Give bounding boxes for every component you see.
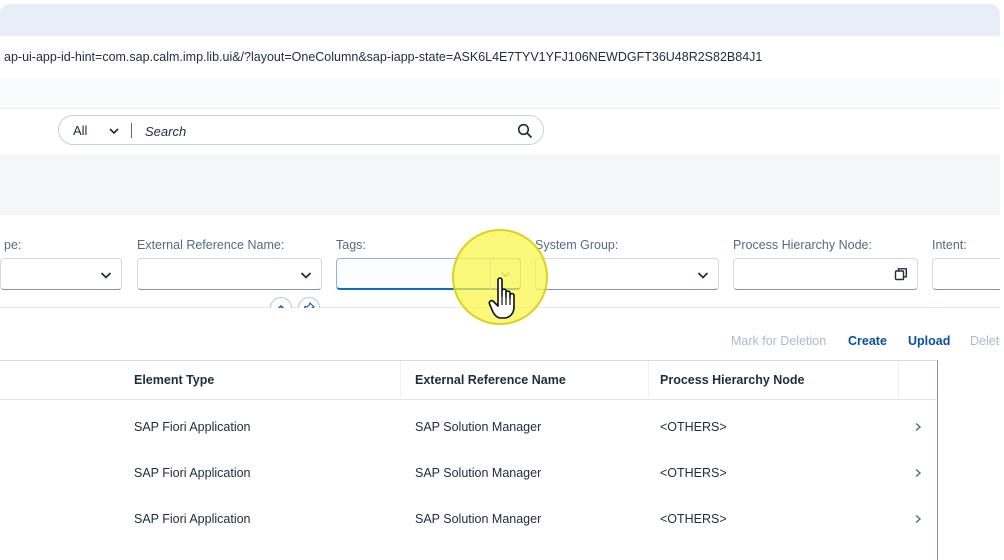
column-header-element-type[interactable]: Element Type <box>134 373 214 387</box>
table-row[interactable]: SAP Fiori Application SAP Solution Manag… <box>0 404 937 450</box>
value-help-icon[interactable] <box>894 267 908 281</box>
shell-header-band <box>0 78 1000 108</box>
search-input[interactable] <box>143 120 507 142</box>
chevron-right-icon[interactable] <box>913 422 923 432</box>
chevron-right-icon[interactable] <box>913 468 923 478</box>
create-button[interactable]: Create <box>848 334 887 348</box>
filter-label-process-hierarchy-node: Process Hierarchy Node: <box>733 238 872 252</box>
filter-type-select[interactable] <box>0 258 122 290</box>
table-row[interactable]: SAP Fiori Application SAP Solution Manag… <box>0 496 937 542</box>
cell-element-type: SAP Fiori Application <box>134 420 251 434</box>
cell-external-reference-name: SAP Solution Manager <box>415 466 542 480</box>
chevron-right-icon[interactable] <box>913 514 923 524</box>
cell-element-type: SAP Fiori Application <box>134 512 251 526</box>
search-scope-divider <box>131 123 132 138</box>
delete-button[interactable]: Delete <box>970 334 1000 348</box>
table-right-border <box>937 360 938 560</box>
address-bar-url[interactable]: ap-ui-app-id-hint=com.sap.calm.imp.lib.u… <box>4 50 762 64</box>
chevron-down-icon[interactable] <box>107 124 121 138</box>
filter-process-hierarchy-node-input[interactable] <box>733 258 918 290</box>
table-row[interactable]: SAP Fiori Application SAP Solution Manag… <box>0 450 937 496</box>
chevron-down-icon[interactable] <box>696 268 710 282</box>
filter-intent-select[interactable] <box>932 258 1000 290</box>
column-header-external-reference-name[interactable]: External Reference Name <box>415 373 566 387</box>
column-divider <box>648 361 649 398</box>
column-divider <box>400 361 401 398</box>
filter-system-group-select[interactable] <box>535 258 719 290</box>
column-divider <box>898 361 899 398</box>
upload-button[interactable]: Upload <box>908 334 950 348</box>
filter-label-type: pe: <box>4 238 22 252</box>
filter-external-reference-name-select[interactable] <box>137 258 322 290</box>
page-spacer <box>0 155 1000 215</box>
cell-process-hierarchy-node: <OTHERS> <box>660 512 727 526</box>
search-scope-value[interactable]: All <box>73 123 87 138</box>
filter-label-tags: Tags: <box>336 238 366 252</box>
delete-button-clip: Delete <box>970 330 1000 352</box>
cell-element-type: SAP Fiori Application <box>134 466 251 480</box>
cell-external-reference-name: SAP Solution Manager <box>415 420 542 434</box>
filter-label-system-group: System Group: <box>535 238 619 252</box>
magnifier-icon[interactable] <box>517 123 533 139</box>
filter-label-external-reference-name: External Reference Name: <box>137 238 285 252</box>
search-field[interactable]: All <box>58 115 544 145</box>
filter-label-intent: Intent: <box>932 238 967 252</box>
cell-process-hierarchy-node: <OTHERS> <box>660 466 727 480</box>
hand-cursor-icon <box>488 277 515 319</box>
chevron-down-icon[interactable] <box>299 268 313 282</box>
chevron-down-icon[interactable] <box>99 268 113 282</box>
column-header-process-hierarchy-node[interactable]: Process Hierarchy Node <box>660 373 805 387</box>
browser-tab-bar <box>0 4 1000 36</box>
mark-for-deletion-button[interactable]: Mark for Deletion <box>731 334 826 348</box>
cell-process-hierarchy-node: <OTHERS> <box>660 420 727 434</box>
cell-external-reference-name: SAP Solution Manager <box>415 512 542 526</box>
